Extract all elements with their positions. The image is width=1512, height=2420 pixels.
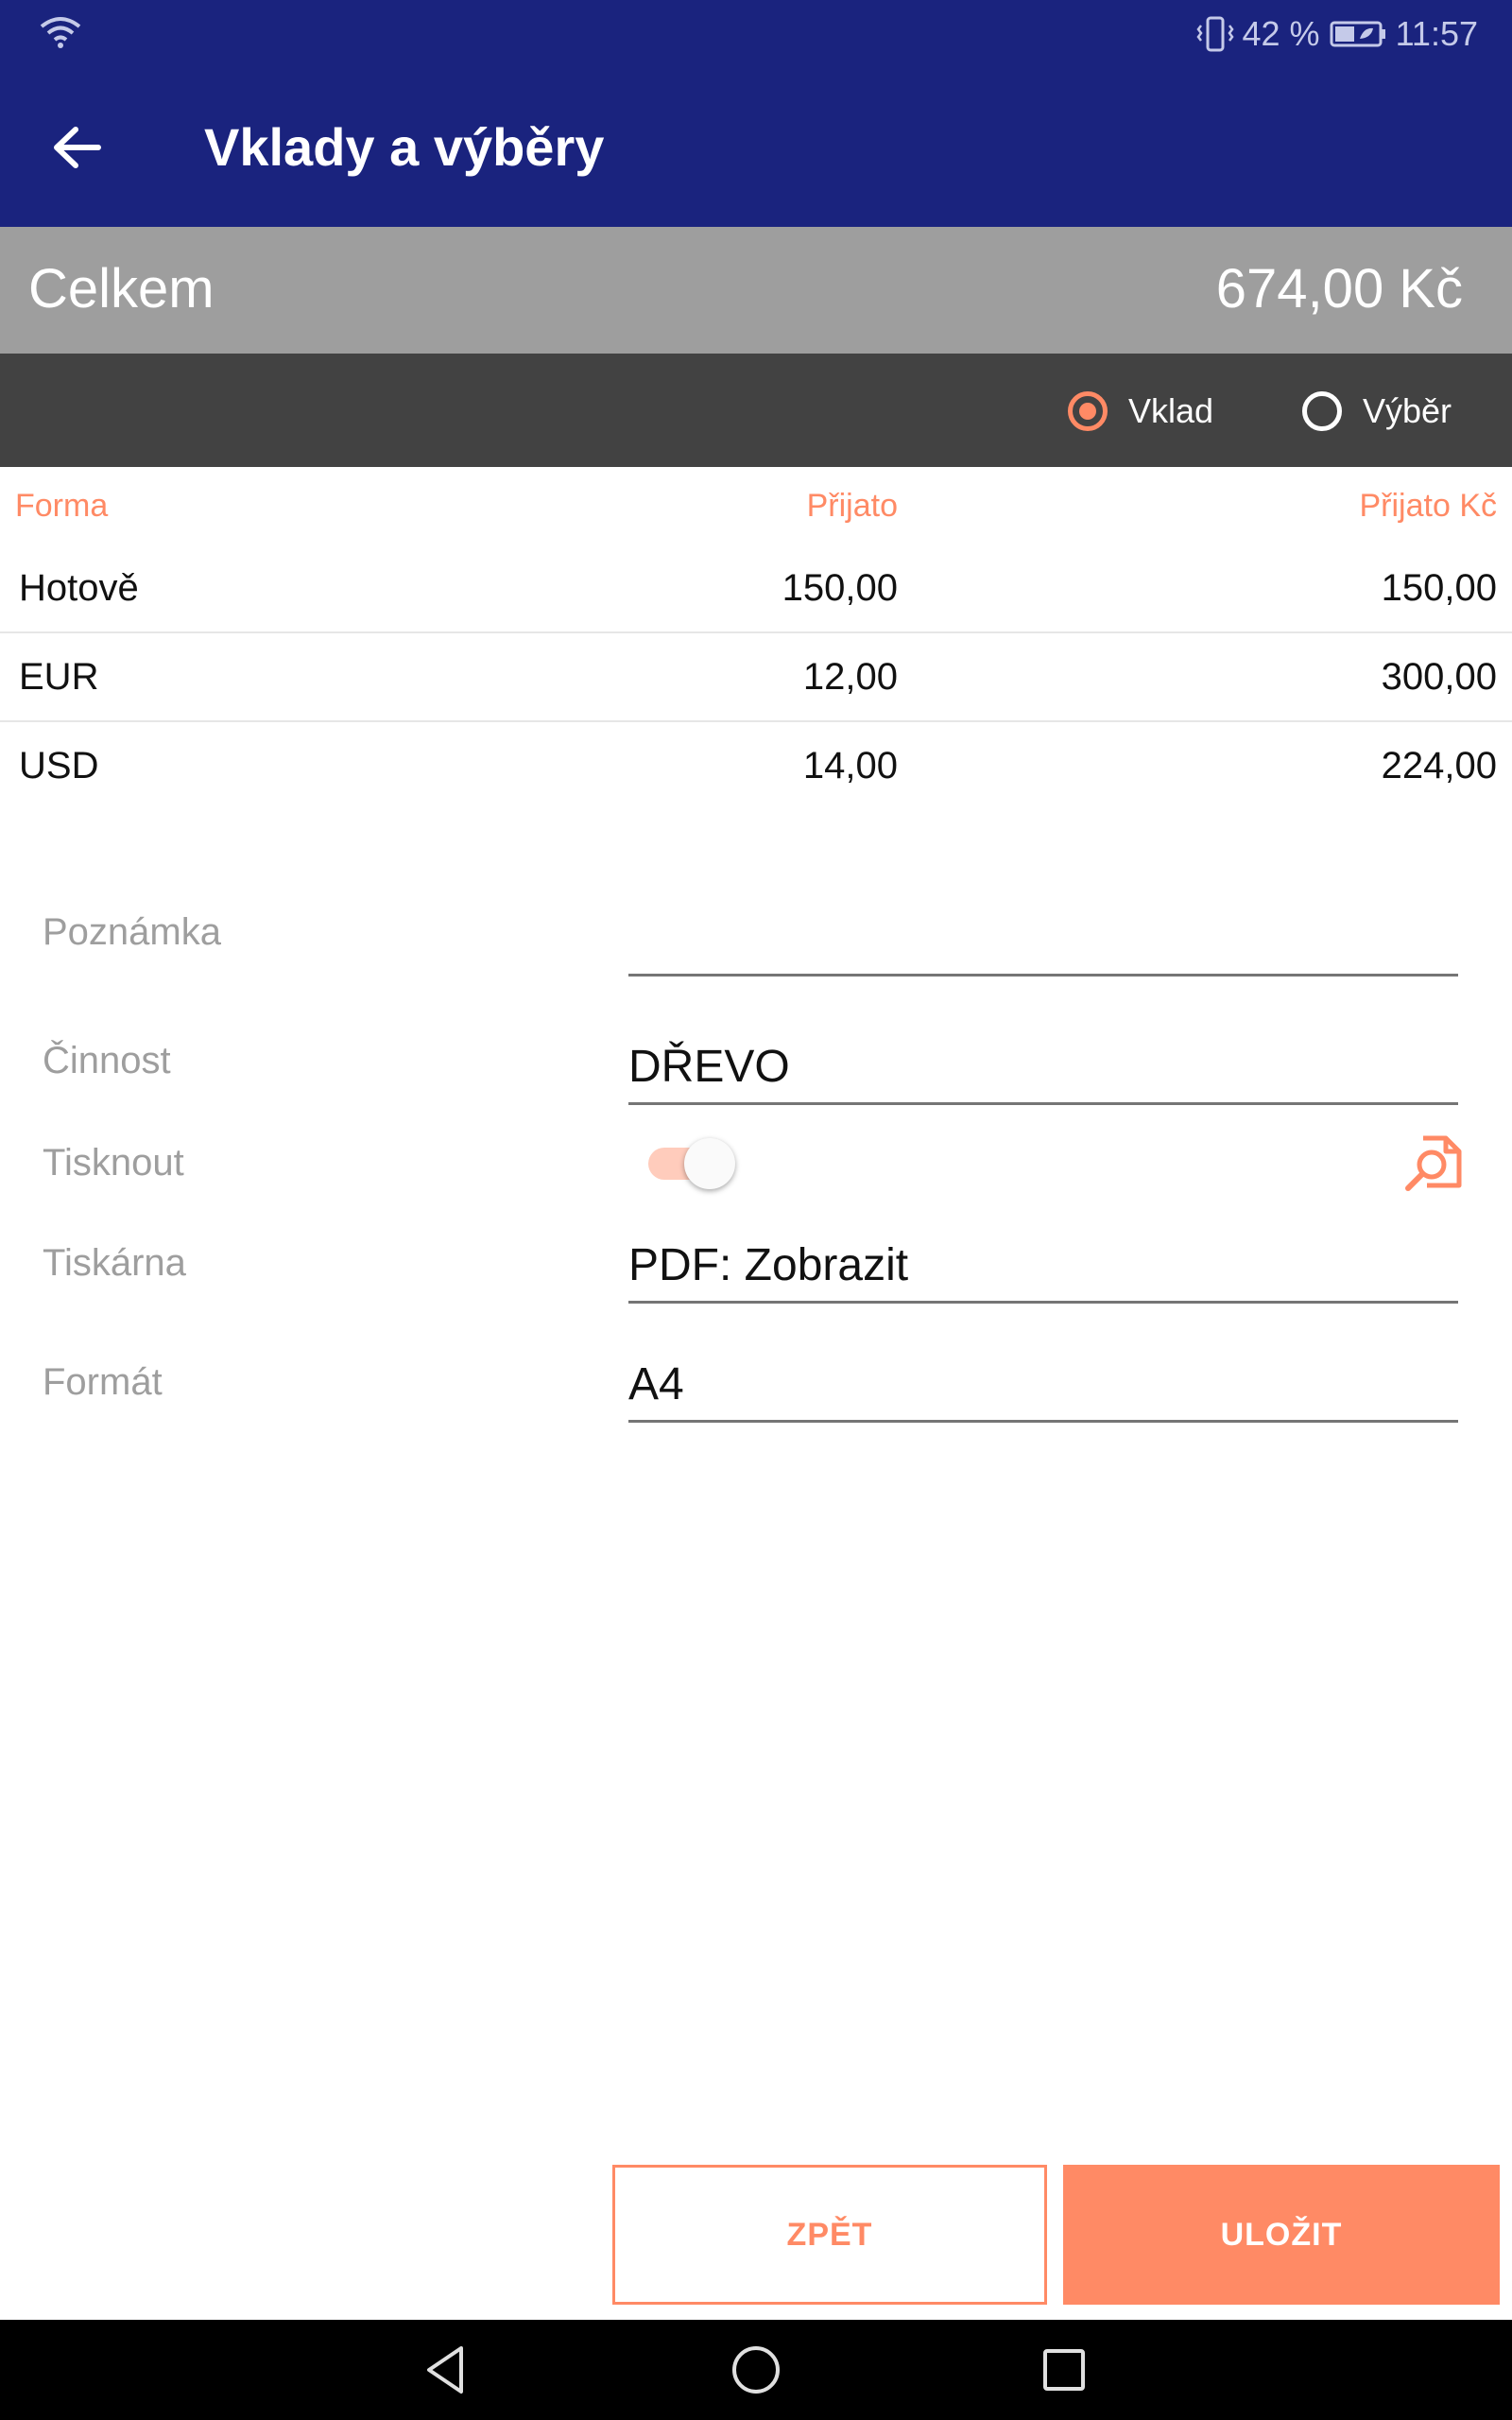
radio-unselected-icon: [1302, 391, 1342, 431]
total-label: Celkem: [28, 258, 215, 320]
printer-label: Tiskárna: [43, 1242, 186, 1284]
cell-prijato-kc: 224,00: [1381, 745, 1497, 786]
table-header: Forma Přijato Přijato Kč: [0, 480, 1512, 533]
wifi-icon: [40, 17, 81, 48]
total-summary: Celkem 674,00 Kč: [0, 227, 1512, 354]
format-value: A4: [628, 1359, 684, 1409]
cell-prijato-kc: 150,00: [1381, 567, 1497, 609]
format-select[interactable]: A4: [628, 1344, 1458, 1423]
clock: 11:57: [1395, 14, 1478, 53]
activity-label: Činnost: [43, 1040, 171, 1081]
col-header-prijato-kc: Přijato Kč: [1359, 488, 1498, 524]
nav-back-icon[interactable]: [416, 2339, 478, 2401]
radio-vyber[interactable]: Výběr: [1302, 388, 1452, 435]
battery-percent: 42 %: [1242, 14, 1320, 53]
col-header-prijato: Přijato: [806, 488, 898, 524]
back-button[interactable]: ZPĚT: [612, 2165, 1047, 2305]
cell-forma: USD: [19, 745, 99, 786]
nav-recents-icon[interactable]: [1033, 2339, 1095, 2401]
status-right: 42 % 11:57: [1195, 13, 1478, 55]
printer-value: PDF: Zobrazit: [628, 1240, 909, 1290]
vibrate-icon: [1195, 16, 1234, 52]
cell-forma: EUR: [19, 656, 99, 698]
page-title: Vklady a výběry: [204, 117, 605, 177]
cell-prijato: 150,00: [782, 567, 898, 609]
table-row[interactable]: EUR 12,00 300,00: [0, 633, 1512, 722]
note-field[interactable]: [628, 889, 1458, 977]
cell-prijato-kc: 300,00: [1381, 656, 1497, 698]
nav-home-icon[interactable]: [725, 2339, 787, 2401]
format-label: Formát: [43, 1361, 163, 1403]
table-row[interactable]: Hotově 150,00 150,00: [0, 544, 1512, 633]
radio-vklad-label: Vklad: [1128, 391, 1214, 430]
radio-selected-icon: [1068, 391, 1108, 431]
print-toggle[interactable]: [648, 1138, 735, 1189]
table-row[interactable]: USD 14,00 224,00: [0, 722, 1512, 811]
battery-charging-icon: [1330, 21, 1385, 47]
activity-field[interactable]: DŘEVO: [628, 1019, 1458, 1105]
arrow-back-icon[interactable]: [49, 119, 106, 176]
activity-value: DŘEVO: [628, 1042, 790, 1092]
status-bar: 42 % 11:57: [0, 0, 1512, 68]
save-button[interactable]: ULOŽIT: [1063, 2165, 1500, 2305]
cell-prijato: 12,00: [802, 656, 898, 698]
cell-forma: Hotově: [19, 567, 139, 609]
radio-vyber-label: Výběr: [1363, 391, 1452, 430]
print-preview-icon[interactable]: [1402, 1131, 1465, 1193]
col-header-forma: Forma: [15, 488, 109, 524]
system-nav-bar: [0, 2320, 1512, 2420]
radio-vklad[interactable]: Vklad: [1068, 388, 1213, 435]
app-bar: Vklady a výběry: [0, 68, 1512, 227]
toggle-thumb: [684, 1138, 735, 1189]
note-label: Poznámka: [43, 911, 221, 953]
print-label: Tisknout: [43, 1142, 184, 1184]
cell-prijato: 14,00: [802, 745, 898, 786]
total-value: 674,00 Kč: [1215, 258, 1463, 320]
printer-select[interactable]: PDF: Zobrazit: [628, 1225, 1458, 1304]
type-selector: Vklad Výběr: [0, 354, 1512, 467]
